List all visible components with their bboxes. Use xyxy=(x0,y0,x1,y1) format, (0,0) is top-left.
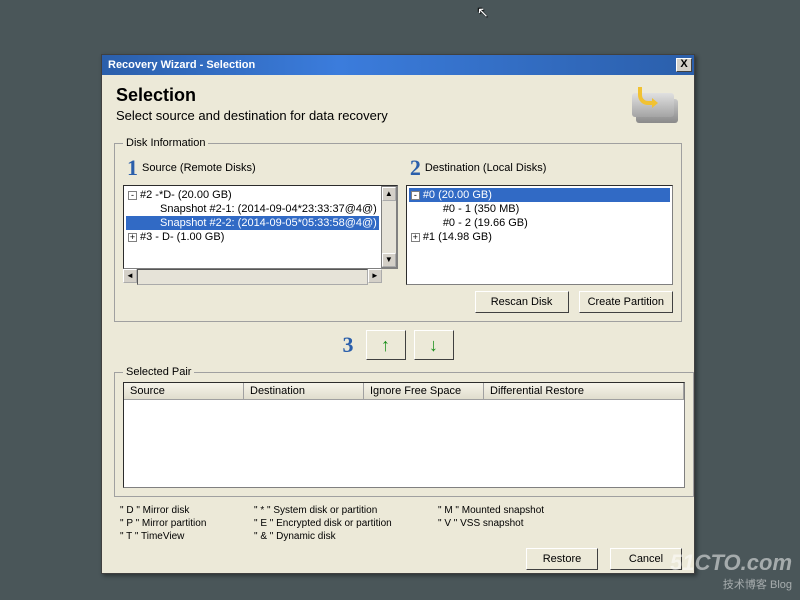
destination-step-number: 2 xyxy=(410,155,421,181)
source-column: 1 Source (Remote Disks) -#2 -*D- (20.00 … xyxy=(123,153,398,285)
restore-button[interactable]: Restore xyxy=(526,548,598,570)
tree-node-label: #3 - D- (1.00 GB) xyxy=(140,231,224,243)
legend-item: " E " Encrypted disk or partition xyxy=(254,518,424,529)
tree-node-label: #0 (20.00 GB) xyxy=(423,189,492,201)
tree-node[interactable]: -#2 -*D- (20.00 GB) xyxy=(126,188,379,202)
tree-node-label: Snapshot #2-2: (2014-09-05*05:33:58@4@) xyxy=(160,217,377,229)
move-down-button[interactable]: ↓ xyxy=(414,330,454,360)
legend-item: " T " TimeView xyxy=(120,531,240,542)
selected-pair-legend: Selected Pair xyxy=(123,366,194,378)
watermark-sub: 技术博客 Blog xyxy=(670,576,792,592)
cursor-icon: ↖ xyxy=(477,4,489,21)
column-header[interactable]: Source xyxy=(124,383,244,399)
create-partition-button[interactable]: Create Partition xyxy=(579,291,673,313)
legend-item: " V " VSS snapshot xyxy=(438,518,568,529)
legend-item: " P " Mirror partition xyxy=(120,518,240,529)
arrow-up-icon: ↑ xyxy=(381,335,390,356)
disk-information-group: Disk Information 1 Source (Remote Disks)… xyxy=(114,137,682,322)
close-button[interactable]: X xyxy=(676,58,692,72)
column-header[interactable]: Ignore Free Space xyxy=(364,383,484,399)
page-title: Selection xyxy=(116,85,630,106)
tree-node[interactable]: Snapshot #2-1: (2014-09-04*23:33:37@4@) xyxy=(126,202,379,216)
destination-column: 2 Destination (Local Disks) -#0 (20.00 G… xyxy=(406,153,673,313)
source-label: Source (Remote Disks) xyxy=(142,162,256,174)
destination-label: Destination (Local Disks) xyxy=(425,162,547,174)
destination-tree[interactable]: -#0 (20.00 GB)#0 - 1 (350 MB)#0 - 2 (19.… xyxy=(406,185,673,285)
tree-node-label: #0 - 1 (350 MB) xyxy=(443,203,519,215)
selected-pair-table[interactable]: SourceDestinationIgnore Free SpaceDiffer… xyxy=(123,382,685,488)
tree-node-label: #1 (14.98 GB) xyxy=(423,231,492,243)
tree-node[interactable]: -#0 (20.00 GB) xyxy=(409,188,670,202)
tree-node[interactable]: #0 - 1 (350 MB) xyxy=(409,202,670,216)
transfer-controls: 3 ↑ ↓ xyxy=(114,330,682,360)
footer-buttons: Restore Cancel xyxy=(114,548,682,570)
header: Selection Select source and destination … xyxy=(114,81,682,137)
scroll-up-icon[interactable]: ▲ xyxy=(382,187,396,201)
source-vscroll[interactable]: ▲ ▼ xyxy=(381,186,397,268)
rescan-disk-button[interactable]: Rescan Disk xyxy=(475,291,569,313)
watermark-main: 51CTO.com xyxy=(670,550,792,575)
dialog-content: Selection Select source and destination … xyxy=(102,75,694,576)
column-header[interactable]: Destination xyxy=(244,383,364,399)
source-step-number: 1 xyxy=(127,155,138,181)
transfer-step-number: 3 xyxy=(343,332,354,358)
header-text: Selection Select source and destination … xyxy=(116,85,630,123)
legend-item: " D " Mirror disk xyxy=(120,505,240,516)
watermark: 51CTO.com 技术博客 Blog xyxy=(670,550,792,592)
expand-toggle-icon[interactable]: + xyxy=(128,233,137,242)
move-up-button[interactable]: ↑ xyxy=(366,330,406,360)
page-subtitle: Select source and destination for data r… xyxy=(116,108,630,123)
source-hscroll[interactable]: ◄ ► xyxy=(123,269,398,285)
selected-pair-group: Selected Pair SourceDestinationIgnore Fr… xyxy=(114,366,694,497)
window-title: Recovery Wizard - Selection xyxy=(108,59,676,71)
scroll-right-icon[interactable]: ► xyxy=(368,269,382,283)
tree-node[interactable]: Snapshot #2-2: (2014-09-05*05:33:58@4@) xyxy=(126,216,379,230)
legend-item: " * " System disk or partition xyxy=(254,505,424,516)
recovery-wizard-dialog: Recovery Wizard - Selection X Selection … xyxy=(101,54,695,574)
scroll-down-icon[interactable]: ▼ xyxy=(382,253,396,267)
disk-information-legend: Disk Information xyxy=(123,137,208,149)
expand-toggle-icon[interactable]: + xyxy=(411,233,420,242)
tree-node[interactable]: +#3 - D- (1.00 GB) xyxy=(126,230,379,244)
tree-node[interactable]: #0 - 2 (19.66 GB) xyxy=(409,216,670,230)
titlebar: Recovery Wizard - Selection X xyxy=(102,55,694,75)
column-header[interactable]: Differential Restore xyxy=(484,383,684,399)
legend-item: " M " Mounted snapshot xyxy=(438,505,568,516)
tree-node-label: Snapshot #2-1: (2014-09-04*23:33:37@4@) xyxy=(160,203,377,215)
legend-item: " & " Dynamic disk xyxy=(254,531,424,542)
recovery-icon xyxy=(630,85,682,127)
tree-node[interactable]: +#1 (14.98 GB) xyxy=(409,230,670,244)
expand-toggle-icon[interactable]: - xyxy=(128,191,137,200)
scroll-left-icon[interactable]: ◄ xyxy=(123,269,137,283)
arrow-down-icon: ↓ xyxy=(429,335,438,356)
tree-node-label: #2 -*D- (20.00 GB) xyxy=(140,189,232,201)
tree-node-label: #0 - 2 (19.66 GB) xyxy=(443,217,528,229)
source-tree[interactable]: -#2 -*D- (20.00 GB)Snapshot #2-1: (2014-… xyxy=(123,185,398,269)
expand-toggle-icon[interactable]: - xyxy=(411,191,420,200)
symbol-legend: " D " Mirror disk " * " System disk or pa… xyxy=(120,505,682,542)
